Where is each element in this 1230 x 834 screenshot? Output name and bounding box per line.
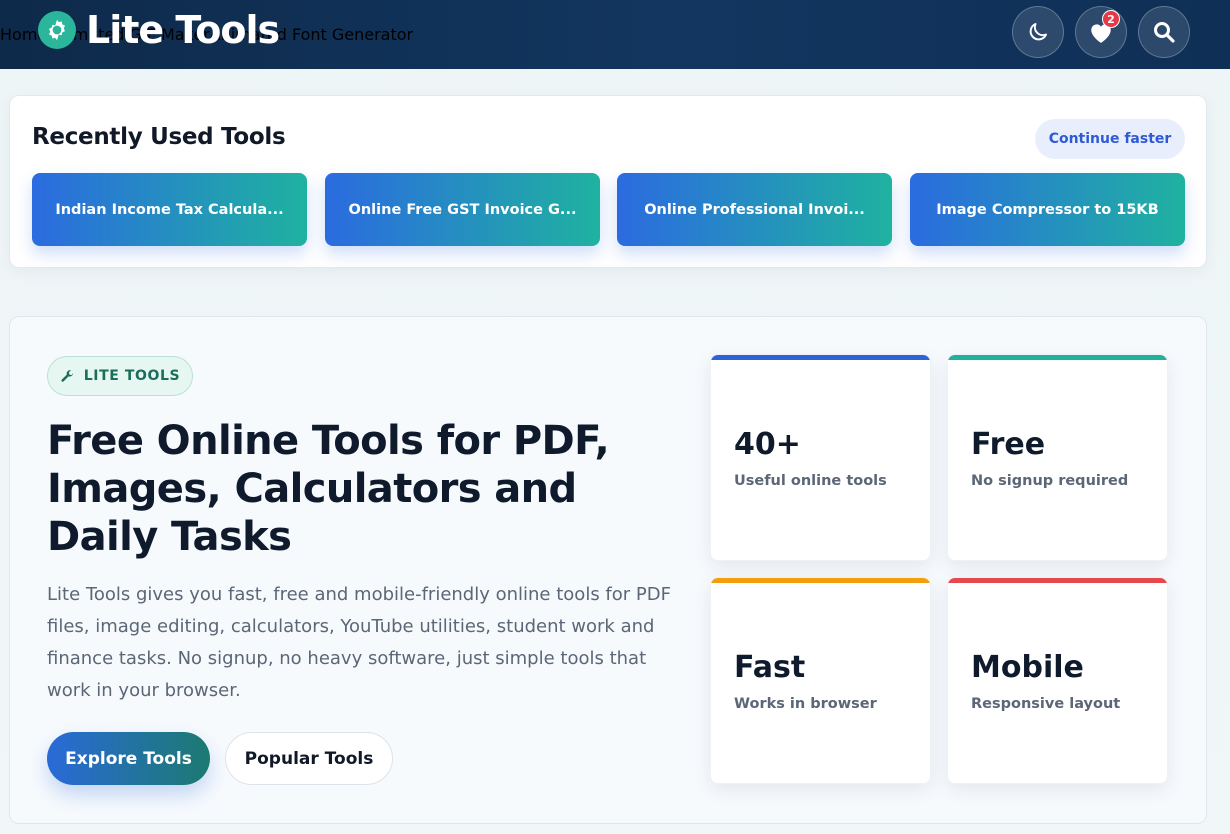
favorites-count-badge: 2 (1102, 10, 1120, 28)
recent-tool-gst-invoice[interactable]: Online Free GST Invoice G... (325, 173, 600, 246)
stat-label: Responsive layout (971, 696, 1121, 712)
stat-label: No signup required (971, 473, 1129, 489)
hero-section: LITE TOOLS Free Online Tools for PDF, Im… (9, 316, 1207, 824)
recent-tools-title: Recently Used Tools (32, 124, 286, 150)
stat-accent-bar (711, 355, 930, 360)
stat-value: 40+ (734, 427, 801, 462)
recently-used-tools-card: Recently Used Tools Continue faster Indi… (9, 95, 1207, 268)
top-navbar: Lite Tools Home Animated GIF Maker Anima… (0, 0, 1230, 69)
recent-tool-income-tax[interactable]: Indian Income Tax Calcula... (32, 173, 307, 246)
stat-label: Works in browser (734, 696, 877, 712)
explore-tools-button[interactable]: Explore Tools (47, 732, 210, 785)
site-logo[interactable]: Lite Tools (38, 8, 280, 52)
stat-accent-bar (948, 578, 1167, 583)
gear-icon (38, 11, 76, 49)
stat-value: Fast (734, 650, 806, 685)
logo-text: Lite Tools (86, 8, 280, 52)
stat-card-free: Free No signup required (947, 354, 1168, 561)
search-button[interactable] (1138, 6, 1190, 58)
stat-value: Mobile (971, 650, 1084, 685)
stat-accent-bar (711, 578, 930, 583)
stat-card-fast: Fast Works in browser (710, 577, 931, 784)
continue-faster-button[interactable]: Continue faster (1035, 119, 1185, 159)
stat-card-tools-count: 40+ Useful online tools (710, 354, 931, 561)
theme-toggle-button[interactable] (1012, 6, 1064, 58)
wrench-icon (61, 369, 73, 382)
stat-value: Free (971, 427, 1046, 462)
lite-tools-pill: LITE TOOLS (47, 356, 193, 396)
stat-accent-bar (948, 355, 1167, 360)
favorites-button[interactable]: 2 (1075, 6, 1127, 58)
hero-title: Free Online Tools for PDF, Images, Calcu… (47, 418, 610, 560)
stat-card-mobile: Mobile Responsive layout (947, 577, 1168, 784)
pill-label: LITE TOOLS (83, 368, 181, 384)
recent-tool-image-compressor[interactable]: Image Compressor to 15KB (910, 173, 1185, 246)
stat-label: Useful online tools (734, 473, 887, 489)
moon-icon (1029, 23, 1047, 41)
recent-tool-professional-invoice[interactable]: Online Professional Invoi... (617, 173, 892, 246)
popular-tools-button[interactable]: Popular Tools (225, 732, 393, 785)
hero-description: Lite Tools gives you fast, free and mobi… (47, 584, 671, 701)
search-icon (1154, 22, 1175, 43)
